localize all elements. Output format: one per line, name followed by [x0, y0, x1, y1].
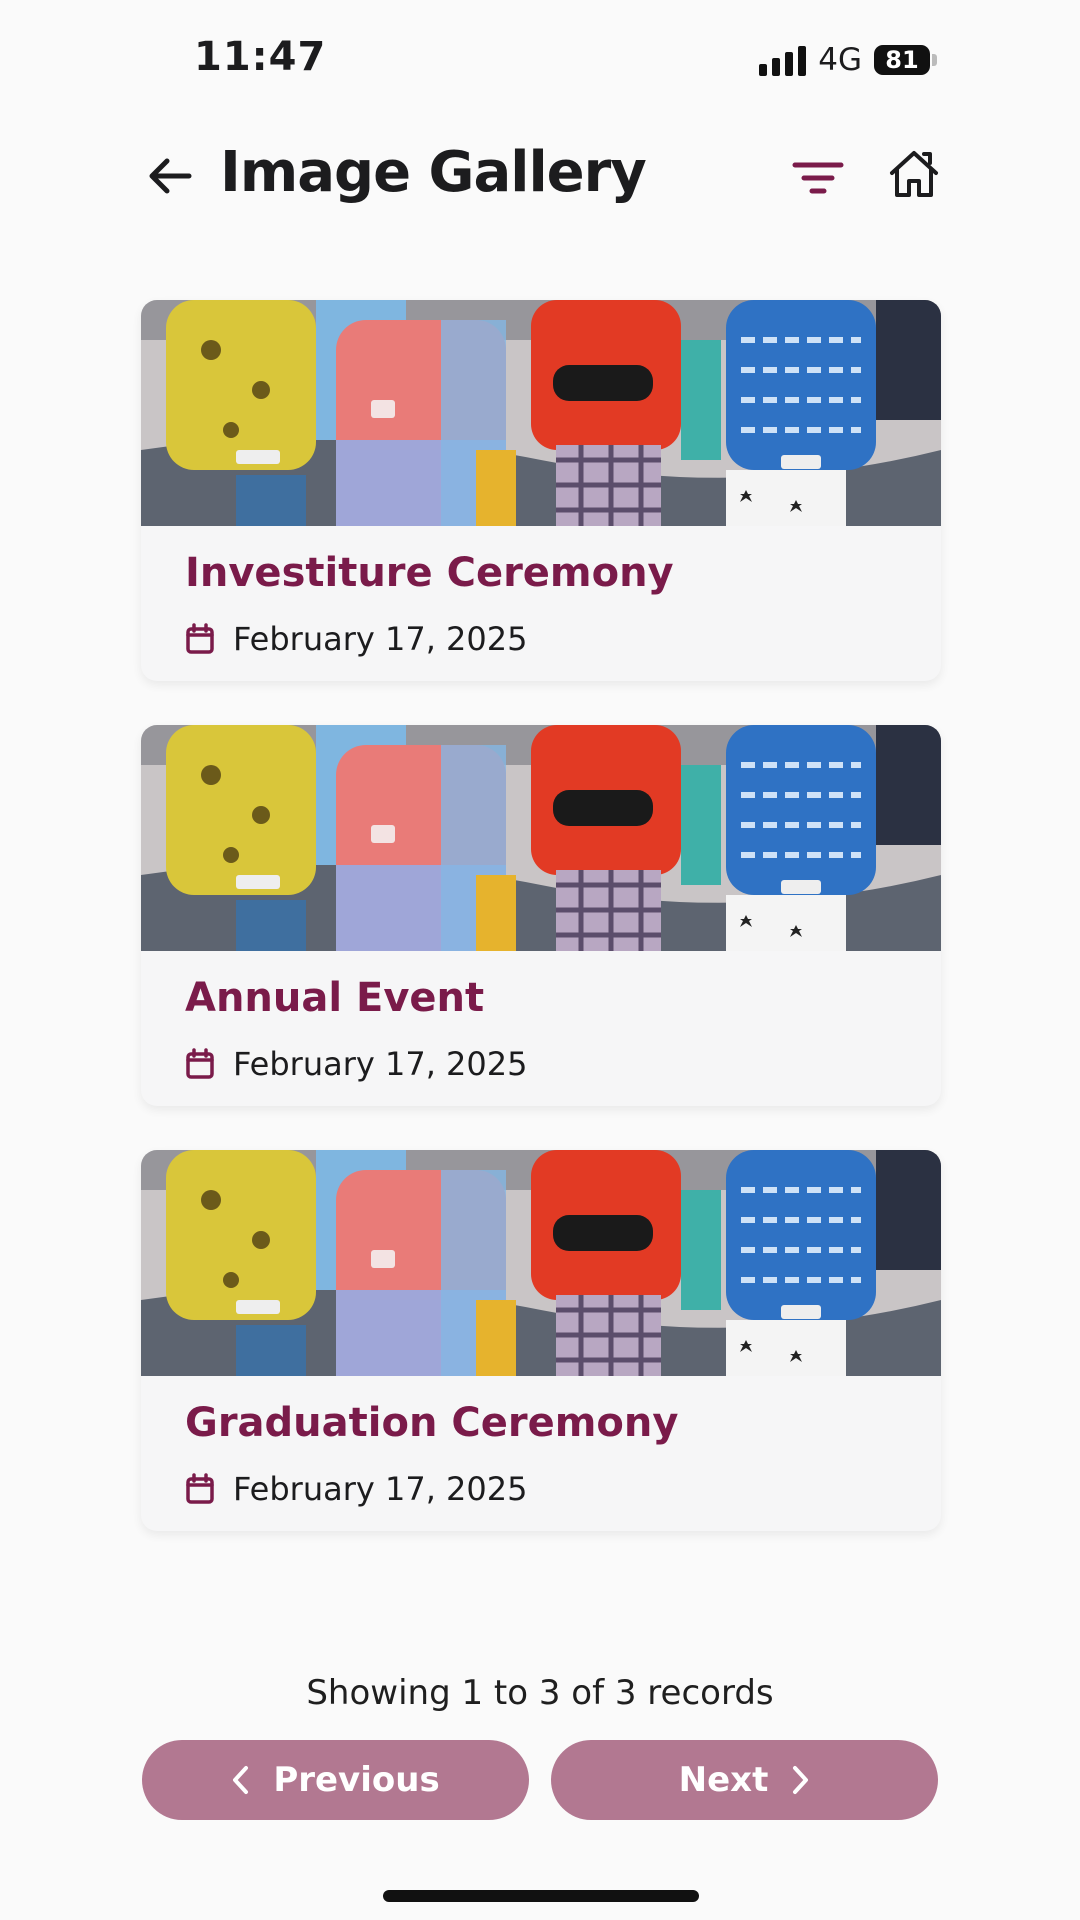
status-indicators: 4G 81 [759, 40, 937, 80]
card-title: Graduation Ceremony [185, 1400, 679, 1446]
card-image [141, 1150, 941, 1376]
gallery-card[interactable]: Graduation Ceremony February 17, 2025 [141, 1150, 941, 1531]
gallery-card[interactable]: Annual Event February 17, 2025 [141, 725, 941, 1106]
network-label: 4G [818, 42, 862, 78]
filter-button[interactable] [790, 150, 846, 206]
home-icon [890, 151, 938, 197]
status-time: 11:47 [194, 34, 327, 80]
home-button[interactable] [886, 146, 942, 202]
gallery-card[interactable]: Investiture Ceremony February 17, 2025 [141, 300, 941, 681]
next-button[interactable]: Next [551, 1740, 938, 1820]
card-date-text: February 17, 2025 [233, 620, 528, 658]
gallery-list: Investiture Ceremony February 17, 2025 A… [141, 300, 941, 1575]
chevron-left-icon [233, 1766, 249, 1794]
card-date: February 17, 2025 [185, 620, 528, 658]
calendar-icon [186, 1048, 214, 1079]
card-date: February 17, 2025 [185, 1470, 528, 1508]
card-title: Annual Event [185, 975, 485, 1021]
app-header: Image Gallery [0, 120, 1080, 230]
card-date-text: February 17, 2025 [233, 1045, 528, 1083]
card-date-text: February 17, 2025 [233, 1470, 528, 1508]
back-button[interactable] [142, 148, 198, 204]
page-title: Image Gallery [220, 140, 647, 205]
filter-icon [792, 162, 844, 194]
previous-button[interactable]: Previous [142, 1740, 529, 1820]
calendar-icon [186, 1473, 214, 1504]
next-label: Next [678, 1760, 769, 1800]
arrow-left-icon [149, 158, 192, 194]
battery-icon: 81 [874, 45, 937, 75]
chevron-right-icon [793, 1766, 809, 1794]
records-summary: Showing 1 to 3 of 3 records [306, 1673, 774, 1713]
calendar-icon [186, 623, 214, 654]
home-indicator [383, 1890, 699, 1902]
card-date: February 17, 2025 [185, 1045, 528, 1083]
card-image [141, 725, 941, 951]
previous-label: Previous [273, 1760, 440, 1800]
card-title: Investiture Ceremony [185, 550, 674, 596]
status-bar: 11:47 4G 81 [0, 0, 1080, 110]
battery-level: 81 [885, 46, 919, 74]
card-image [141, 300, 941, 526]
signal-icon [759, 44, 807, 76]
